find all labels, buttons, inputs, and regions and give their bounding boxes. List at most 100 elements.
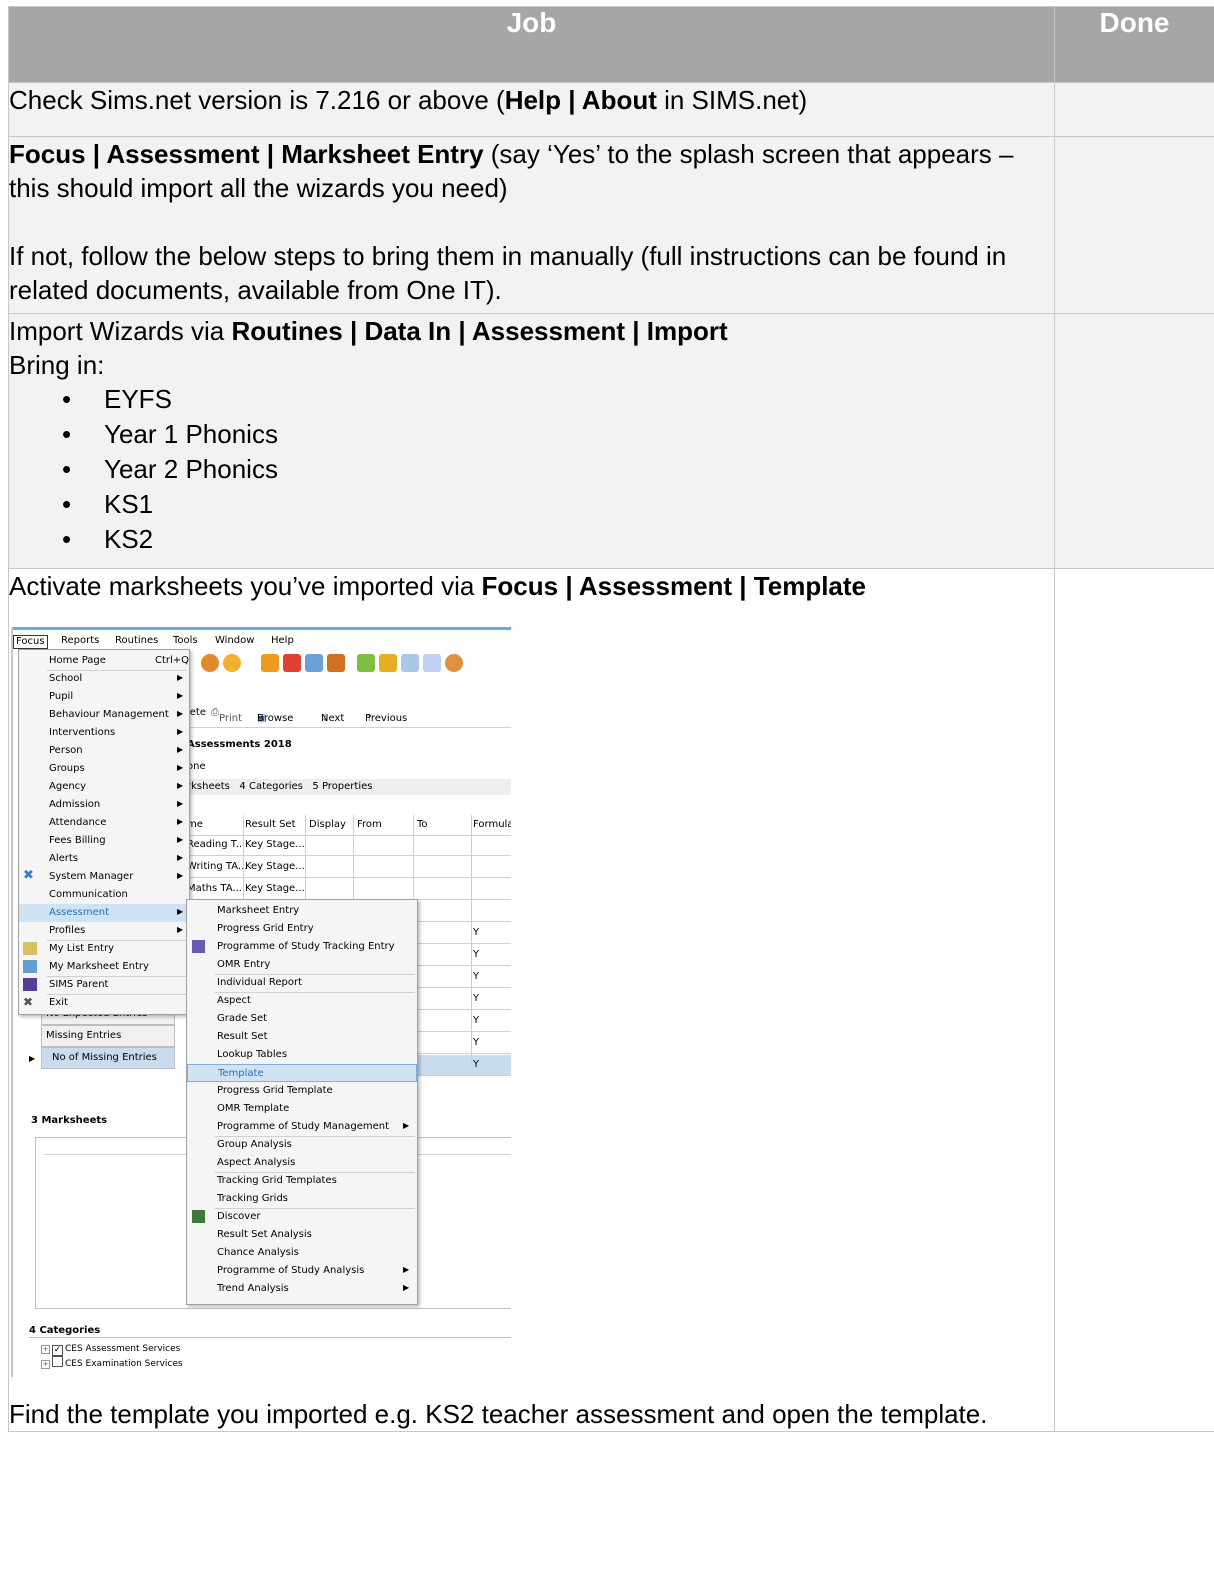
job-cell: Check Sims.net version is 7.216 or above… bbox=[8, 82, 1055, 137]
job-text: Focus | Assessment | Marksheet Entry (sa… bbox=[9, 139, 1014, 203]
sims-toolbar bbox=[187, 649, 511, 681]
pupil-icon[interactable] bbox=[201, 654, 219, 672]
sims-button-bar: lete ⎙ Print ▣ Browse ↓ Next ↑ Previous bbox=[187, 701, 511, 728]
menu-item-result-set-analysis[interactable]: Result Set Analysis bbox=[187, 1226, 417, 1244]
person-icon[interactable] bbox=[223, 654, 241, 672]
category-item[interactable]: + ✓ CES Assessment Services bbox=[41, 1343, 180, 1356]
section-4-title: 4 Categories bbox=[29, 1325, 101, 1336]
menu-item-tracking-grids[interactable]: Tracking Grids bbox=[187, 1190, 417, 1208]
table-row: Check Sims.net version is 7.216 or above… bbox=[8, 82, 1214, 137]
menu-item-aspect[interactable]: Aspect bbox=[187, 992, 417, 1010]
grid-header-row: me Result Set Display From To Formula bbox=[187, 815, 511, 836]
menu-item-assessment[interactable]: Assessment ▶ bbox=[19, 904, 189, 922]
table-row[interactable]: Maths TA... Key Stage... bbox=[187, 879, 511, 900]
report-icon[interactable] bbox=[305, 654, 323, 672]
list-item: KS2 bbox=[62, 522, 1054, 557]
menu-item-attendance[interactable]: Attendance ▶ bbox=[19, 814, 189, 832]
section-3-title: 3 Marksheets bbox=[31, 1115, 108, 1126]
menu-help[interactable]: Help bbox=[271, 635, 294, 647]
sims-parent-icon bbox=[23, 978, 37, 991]
list-item: EYFS bbox=[62, 382, 1054, 417]
menu-item-individual-report[interactable]: Individual Report bbox=[187, 974, 417, 992]
flag-icon[interactable] bbox=[283, 654, 301, 672]
menu-item-lookup-tables[interactable]: Lookup Tables bbox=[187, 1046, 417, 1064]
table-row: Import Wizards via Routines | Data In | … bbox=[8, 313, 1214, 569]
category-item[interactable]: + CES Examination Services bbox=[41, 1356, 183, 1370]
menu-item-discover[interactable]: Discover bbox=[187, 1208, 417, 1226]
menu-item-groups[interactable]: Groups ▶ bbox=[19, 760, 189, 778]
menu-item-group-analysis[interactable]: Group Analysis bbox=[187, 1136, 417, 1154]
print-button[interactable]: ⎙ Print bbox=[211, 707, 242, 724]
menu-window[interactable]: Window bbox=[215, 635, 254, 647]
book-icon[interactable] bbox=[261, 654, 279, 672]
tools-icon: ✖ bbox=[23, 868, 34, 883]
menu-item-behaviour[interactable]: Behaviour Management ▶ bbox=[19, 706, 189, 724]
chart-alt-icon[interactable] bbox=[379, 654, 397, 672]
menu-item-alerts[interactable]: Alerts ▶ bbox=[19, 850, 189, 868]
table-row: Focus | Assessment | Marksheet Entry (sa… bbox=[8, 136, 1214, 314]
menu-item-trend-analysis[interactable]: Trend Analysis ▶ bbox=[187, 1280, 417, 1298]
menu-item-pupil[interactable]: Pupil ▶ bbox=[19, 688, 189, 706]
menu-item-fees-billing[interactable]: Fees Billing ▶ bbox=[19, 832, 189, 850]
menu-item-my-list-entry[interactable]: My List Entry bbox=[19, 940, 189, 958]
menu-item-chance-analysis[interactable]: Chance Analysis bbox=[187, 1244, 417, 1262]
job-text: Bring in: bbox=[9, 350, 105, 380]
row-pointer-icon: ▶ bbox=[29, 1054, 36, 1063]
menu-item-person[interactable]: Person ▶ bbox=[19, 742, 189, 760]
header-job: Job bbox=[8, 6, 1055, 83]
sims-screenshot: Focus Reports Routines Tools Window Help bbox=[11, 627, 511, 1377]
done-cell[interactable] bbox=[1054, 82, 1214, 137]
list-item: KS1 bbox=[62, 487, 1054, 522]
focus-menu: Home Page Ctrl+Q School ▶ Pupil ▶ Behaviour… bbox=[18, 649, 190, 1015]
job-cell: Activate marksheets you’ve imported via … bbox=[8, 568, 1055, 1432]
menu-item-template[interactable]: Template bbox=[187, 1064, 417, 1082]
chart-icon[interactable] bbox=[357, 654, 375, 672]
job-cell: Focus | Assessment | Marksheet Entry (sa… bbox=[8, 136, 1055, 314]
menu-item-my-marksheet-entry[interactable]: My Marksheet Entry bbox=[19, 958, 189, 976]
table-row[interactable]: Reading T... Key Stage... bbox=[187, 835, 511, 856]
menu-item-pos-analysis[interactable]: Programme of Study Analysis ▶ bbox=[187, 1262, 417, 1280]
header-done: Done bbox=[1054, 6, 1214, 83]
sims-menubar: Focus Reports Routines Tools Window Help bbox=[11, 635, 511, 649]
menu-item-home-page[interactable]: Home Page Ctrl+Q bbox=[19, 652, 189, 670]
list-item[interactable]: Missing Entries bbox=[41, 1025, 175, 1047]
list-item[interactable]: No of Missing Entries bbox=[41, 1047, 175, 1069]
edit-icon[interactable] bbox=[423, 654, 441, 672]
menu-item-communication[interactable]: Communication bbox=[19, 886, 189, 904]
document-icon[interactable] bbox=[401, 654, 419, 672]
menu-item-admission[interactable]: Admission ▶ bbox=[19, 796, 189, 814]
menu-item-sims-parent[interactable]: SIMS Parent bbox=[19, 976, 189, 994]
menu-item-system-manager[interactable]: ✖ System Manager ▶ bbox=[19, 868, 189, 886]
menu-reports[interactable]: Reports bbox=[61, 635, 99, 647]
job-text: Import Wizards via Routines | Data In | … bbox=[9, 316, 728, 346]
menu-item-pos-management[interactable]: Programme of Study Management ▶ bbox=[187, 1118, 417, 1136]
user-icon[interactable] bbox=[445, 654, 463, 672]
menu-item-school[interactable]: School ▶ bbox=[19, 670, 189, 688]
menu-item-grade-set[interactable]: Grade Set bbox=[187, 1010, 417, 1028]
menu-routines[interactable]: Routines bbox=[115, 635, 158, 647]
table-row: Activate marksheets you’ve imported via … bbox=[8, 568, 1214, 1432]
done-cell[interactable] bbox=[1054, 568, 1214, 1432]
menu-item-progress-grid-entry[interactable]: Progress Grid Entry bbox=[187, 920, 417, 938]
menu-item-tracking-grid-templates[interactable]: Tracking Grid Templates bbox=[187, 1172, 417, 1190]
menu-item-interventions[interactable]: Interventions ▶ bbox=[19, 724, 189, 742]
menu-focus[interactable]: Focus bbox=[13, 635, 48, 649]
menu-item-profiles[interactable]: Profiles ▶ bbox=[19, 922, 189, 940]
done-cell[interactable] bbox=[1054, 136, 1214, 314]
menu-item-result-set[interactable]: Result Set bbox=[187, 1028, 417, 1046]
list-item: Year 2 Phonics bbox=[62, 452, 1054, 487]
done-cell[interactable] bbox=[1054, 313, 1214, 569]
menu-item-exit[interactable]: ✖ Exit bbox=[19, 994, 189, 1012]
menu-item-aspect-analysis[interactable]: Aspect Analysis bbox=[187, 1154, 417, 1172]
menu-item-pos-tracking-entry[interactable]: Programme of Study Tracking Entry bbox=[187, 938, 417, 956]
table-header-row: Job Done bbox=[8, 6, 1214, 83]
exit-icon: ✖ bbox=[23, 995, 34, 1009]
people-icon[interactable] bbox=[327, 654, 345, 672]
menu-item-omr-entry[interactable]: OMR Entry bbox=[187, 956, 417, 974]
menu-item-marksheet-entry[interactable]: Marksheet Entry bbox=[187, 902, 417, 920]
menu-item-progress-grid-template[interactable]: Progress Grid Template bbox=[187, 1082, 417, 1100]
menu-item-omr-template[interactable]: OMR Template bbox=[187, 1100, 417, 1118]
menu-tools[interactable]: Tools bbox=[173, 635, 198, 647]
menu-item-agency[interactable]: Agency ▶ bbox=[19, 778, 189, 796]
table-row[interactable]: Writing TA... Key Stage... bbox=[187, 857, 511, 878]
